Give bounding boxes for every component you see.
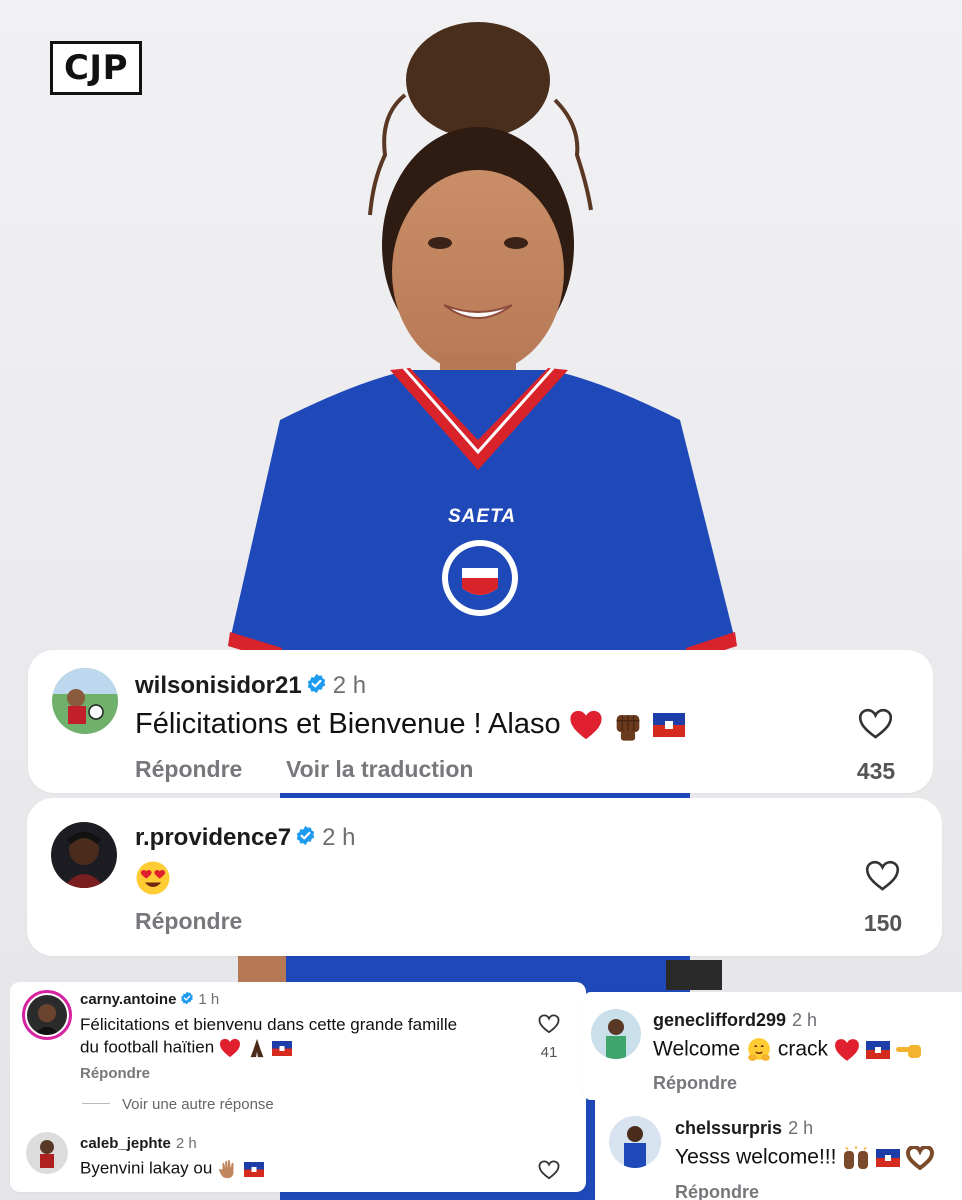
comment-text: Félicitations et Bienvenue ! Alaso	[135, 708, 685, 742]
comment-time: 2 h	[322, 824, 356, 851]
like-heart-icon[interactable]	[865, 860, 900, 892]
like-count: 435	[856, 758, 896, 784]
verified-badge-icon	[295, 825, 316, 853]
avatar[interactable]	[22, 990, 72, 1040]
replies-divider	[82, 1103, 110, 1104]
red-heart-icon	[834, 1038, 860, 1062]
haiti-flag-icon	[652, 713, 685, 738]
comment-time: 2 h	[175, 1135, 197, 1152]
reply-button[interactable]: Répondre	[80, 1065, 150, 1082]
comment-text: Yesss welcome!!!	[675, 1145, 934, 1171]
like-heart-icon[interactable]	[538, 1014, 560, 1034]
comment-username[interactable]: caleb_jephte 2 h	[80, 1135, 197, 1152]
pointing-hand-icon	[895, 1039, 922, 1061]
comment-card-r-providence7: r.providence7 2 h Répondre 150	[27, 798, 942, 956]
comment-card-chelssurpris: chelssurpris 2 h Yesss welcome!!! Répondr…	[595, 1100, 962, 1200]
avatar[interactable]	[609, 1116, 661, 1168]
waving-hand-icon	[217, 1158, 239, 1180]
see-translation-button[interactable]: Voir la traduction	[286, 756, 473, 783]
raised-fist-icon	[611, 708, 645, 742]
reply-button[interactable]: Répondre	[675, 1182, 759, 1200]
like-count: 150	[863, 910, 903, 936]
haiti-flag-icon	[865, 1041, 890, 1059]
like-heart-icon[interactable]	[538, 1160, 560, 1180]
avatar[interactable]	[52, 668, 118, 734]
avatar[interactable]	[51, 822, 117, 888]
cjp-logo: CJP	[50, 41, 142, 95]
comment-card-geneclifford299: geneclifford299 2 h Welcome crack Répondr…	[583, 992, 962, 1100]
heart-hands-icon	[906, 1146, 934, 1170]
heart-eyes-icon	[135, 860, 171, 896]
post-image: SAETA CJP wilsonisidor21 2 h Félicitation…	[0, 0, 962, 1200]
raised-hands-icon	[842, 1145, 870, 1171]
avatar[interactable]	[26, 1132, 68, 1174]
comment-text: Byenvini lakay ou	[80, 1158, 264, 1180]
like-count: 41	[540, 1044, 558, 1061]
comment-username[interactable]: carny.antoine 1 h	[80, 991, 219, 1009]
comment-text-line-1: Félicitations et bienvenu dans cette gra…	[80, 1015, 458, 1034]
comment-text-line-2: du football haïtien	[80, 1037, 293, 1059]
comment-time: 2 h	[332, 672, 367, 699]
comment-time: 2 h	[792, 1010, 818, 1030]
red-heart-icon	[569, 709, 603, 741]
verified-badge-icon	[306, 673, 327, 701]
comment-card-carny-antoine: carny.antoine 1 h Félicitations et bienve…	[10, 982, 586, 1192]
reply-button[interactable]: Répondre	[135, 908, 242, 935]
comment-username[interactable]: r.providence7 2 h	[135, 824, 355, 853]
haiti-flag-icon	[272, 1040, 293, 1056]
haiti-flag-icon	[876, 1149, 901, 1167]
comment-time: 1 h	[198, 991, 220, 1008]
red-heart-icon	[219, 1038, 241, 1058]
comment-card-wilsonisidor21: wilsonisidor21 2 h Félicitations et Bienv…	[28, 650, 933, 793]
reply-button[interactable]: Répondre	[653, 1073, 737, 1094]
view-more-replies-button[interactable]: Voir une autre réponse	[122, 1096, 274, 1113]
comment-time: 2 h	[788, 1118, 814, 1138]
comment-username[interactable]: geneclifford299 2 h	[653, 1010, 817, 1031]
comment-username[interactable]: wilsonisidor21 2 h	[135, 672, 366, 701]
comment-text: Welcome crack	[653, 1037, 922, 1063]
hugging-face-icon	[746, 1037, 772, 1063]
folded-hands-icon	[246, 1037, 268, 1059]
verified-badge-icon	[180, 991, 194, 1009]
reply-button[interactable]: Répondre	[135, 756, 242, 783]
comment-text	[135, 860, 171, 896]
comment-username[interactable]: chelssurpris 2 h	[675, 1118, 813, 1139]
like-heart-icon[interactable]	[858, 708, 893, 740]
haiti-flag-icon	[243, 1161, 264, 1177]
avatar[interactable]	[591, 1009, 641, 1059]
jersey-brand: SAETA	[448, 506, 516, 527]
